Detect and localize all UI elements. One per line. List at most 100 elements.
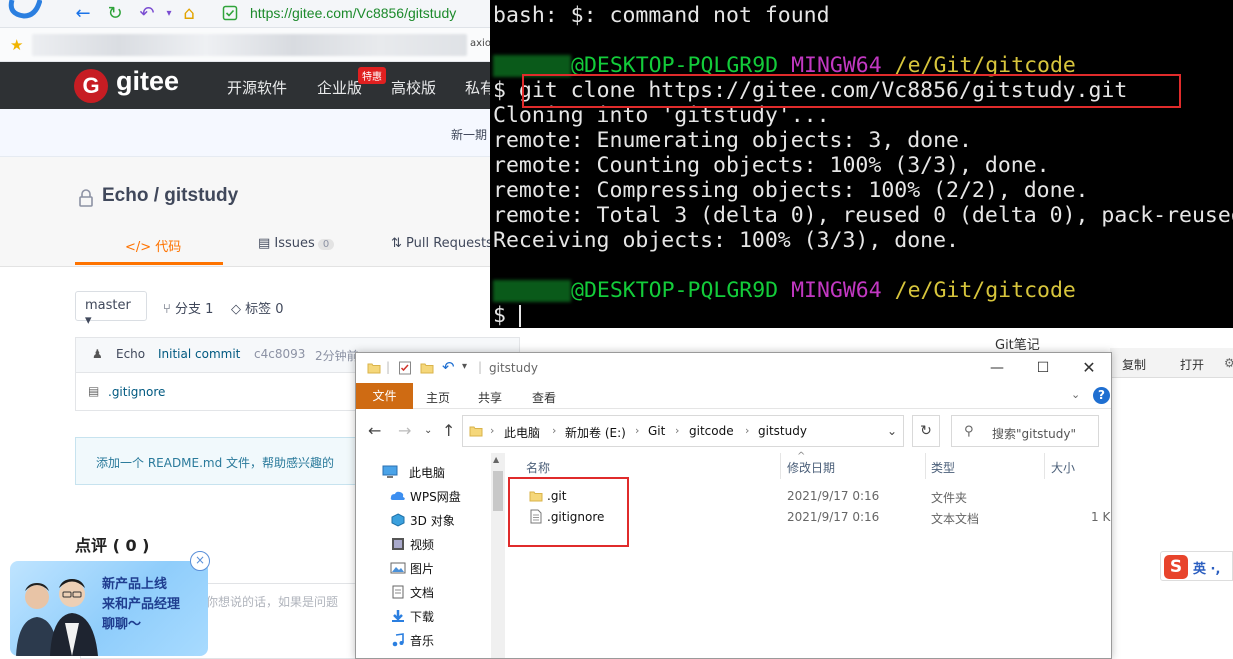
nav-university[interactable]: 高校版 (391, 77, 436, 98)
ribbon-tab-home[interactable]: 主页 (426, 389, 450, 406)
breadcrumb-this-pc[interactable]: 此电脑 (504, 424, 540, 441)
column-header-name[interactable]: 名称 (526, 459, 550, 476)
branch-select[interactable]: master ▾ (75, 291, 147, 328)
text-cursor (518, 305, 521, 327)
ribbon-tab-view[interactable]: 查看 (532, 389, 556, 406)
open-button[interactable]: 打开 (1180, 356, 1204, 373)
address-bar-url[interactable]: https://gitee.com/Vc8856/gitstudy (250, 5, 456, 21)
maximize-icon[interactable]: ☐ (1020, 357, 1066, 379)
close-icon[interactable]: ✕ (1066, 357, 1111, 379)
readme-tip-text[interactable]: 添加一个 README.md 文件，帮助感兴趣的 (96, 454, 334, 471)
undo-icon[interactable]: ↶ (136, 3, 158, 25)
repo-title[interactable]: Echo / gitstudy (102, 185, 238, 207)
commit-author[interactable]: Echo (116, 347, 145, 361)
nav-enterprise[interactable]: 企业版 (317, 77, 362, 98)
commit-hash[interactable]: c4c8093 (254, 347, 305, 361)
product-managers-photo (16, 579, 98, 656)
scrollbar-thumb[interactable] (493, 471, 503, 511)
titlebar-separator: | (478, 360, 483, 374)
properties-icon[interactable] (398, 361, 412, 375)
close-icon[interactable]: × (190, 551, 210, 571)
ribbon-tab-share[interactable]: 共享 (478, 389, 502, 406)
tags-count: 标签 0 (245, 302, 284, 317)
minimize-icon[interactable]: — (974, 357, 1020, 379)
pull-request-icon: ⇅ (391, 236, 407, 251)
chevron-down-icon[interactable]: ⌄ (1071, 388, 1080, 401)
column-divider[interactable] (780, 453, 781, 479)
sogou-ime-icon: S (1164, 555, 1188, 579)
breadcrumb-gitcode[interactable]: gitcode (689, 424, 734, 438)
breadcrumb-git[interactable]: Git (648, 424, 665, 438)
new-folder-icon[interactable] (420, 361, 434, 375)
tab-pull-requests[interactable]: ⇅ Pull Requests (391, 236, 493, 251)
branches-link[interactable]: ⑂ 分支 1 (163, 298, 213, 317)
command-highlight-box (522, 74, 1181, 108)
column-divider[interactable] (925, 453, 926, 479)
commit-message[interactable]: Initial commit (158, 347, 240, 361)
file-date: 2021/9/17 0:16 (787, 510, 880, 524)
column-header-type[interactable]: 类型 (931, 459, 955, 476)
search-input[interactable]: ⚲ 搜索"gitstudy" (951, 415, 1099, 447)
terminal-input-line[interactable]: $ (493, 303, 521, 328)
terminal-output: remote: Compressing objects: 100% (2/2),… (493, 178, 1089, 203)
file-name[interactable]: .gitignore (108, 385, 165, 399)
breadcrumb-separator: › (490, 424, 495, 437)
scroll-up-icon[interactable]: ▲ (493, 455, 499, 464)
user-avatar-icon[interactable]: ♟ (92, 347, 103, 361)
address-bar[interactable]: › 此电脑 › 新加卷 (E:) › Git › gitcode › gitst… (462, 415, 904, 447)
nav-item-label: 此电脑 (409, 466, 446, 480)
tab-code[interactable]: </> 代码 (125, 236, 181, 255)
picture-icon (390, 562, 406, 574)
home-icon[interactable]: ⌂ (178, 3, 200, 25)
back-icon[interactable]: ← (72, 3, 94, 25)
refresh-icon[interactable]: ↻ (912, 415, 940, 447)
undo-icon[interactable]: ↶ (442, 358, 455, 376)
forward-icon[interactable]: → (398, 421, 411, 440)
tab-issues[interactable]: ▤ Issues 0 (258, 236, 335, 251)
nav-scrollbar[interactable]: ▲ (491, 453, 505, 658)
ime-mode-label[interactable]: 英 ·, (1193, 558, 1220, 577)
column-header-date[interactable]: 修改日期 (787, 459, 835, 476)
input-method-bar[interactable]: S 英 ·, (1160, 551, 1233, 581)
customize-qa-icon[interactable]: ▾ (462, 361, 467, 372)
copy-button[interactable]: 复制 (1122, 356, 1146, 373)
refresh-icon[interactable]: ↻ (104, 3, 126, 25)
bookmark-star-icon[interactable]: ★ (10, 36, 23, 54)
music-icon (392, 633, 404, 647)
tags-link[interactable]: ◇ 标签 0 (231, 298, 284, 317)
column-divider[interactable] (1044, 453, 1045, 479)
promo-card[interactable]: 新产品上线 来和产品经理 聊聊～ (10, 561, 208, 656)
chevron-down-icon[interactable]: ⌄ (887, 424, 897, 438)
breadcrumb-separator: › (635, 424, 640, 437)
terminal-output: remote: Total 3 (delta 0), reused 0 (del… (493, 203, 1233, 228)
breadcrumb-drive-e[interactable]: 新加卷 (E:) (565, 424, 626, 441)
notice-text[interactable]: 新一期 (451, 126, 487, 143)
up-icon[interactable]: ↑ (442, 421, 455, 440)
nav-item-label: 下载 (410, 610, 435, 624)
titlebar-separator: | (386, 360, 391, 374)
gitee-logo-text[interactable]: gitee (116, 66, 179, 97)
background-tab-label[interactable]: Git笔记 (995, 334, 1040, 353)
git-bash-terminal[interactable]: bash: $: command not found @DESKTOP-PQLG… (490, 0, 1233, 328)
commit-time: 2分钟前 (315, 349, 359, 363)
back-icon[interactable]: ← (368, 421, 381, 440)
document-icon (392, 585, 404, 599)
gear-icon[interactable]: ⚙ (1224, 356, 1233, 370)
download-icon (392, 610, 404, 622)
breadcrumb-gitstudy[interactable]: gitstudy (758, 424, 807, 438)
tab-pull-requests-label: Pull Requests (406, 236, 493, 251)
window-title: gitstudy (489, 361, 538, 375)
gitee-logo-icon[interactable]: G (74, 69, 108, 103)
prompt-path: /e/Git/gitcode (894, 278, 1076, 303)
undo-dropdown-icon[interactable]: ▾ (158, 3, 180, 25)
bookmarks-blurred (32, 34, 467, 56)
column-header-size[interactable]: 大小 (1051, 459, 1075, 476)
recent-locations-icon[interactable]: ⌄ (424, 425, 432, 436)
nav-item-label: 图片 (410, 562, 435, 576)
nav-item-label: 3D 对象 (410, 514, 455, 528)
nav-open-source[interactable]: 开源软件 (227, 77, 287, 98)
promo-line-3: 聊聊～ (102, 617, 142, 632)
cube-icon (391, 513, 405, 527)
help-icon[interactable]: ? (1093, 387, 1110, 404)
ribbon-tab-file[interactable]: 文件 (356, 383, 413, 409)
